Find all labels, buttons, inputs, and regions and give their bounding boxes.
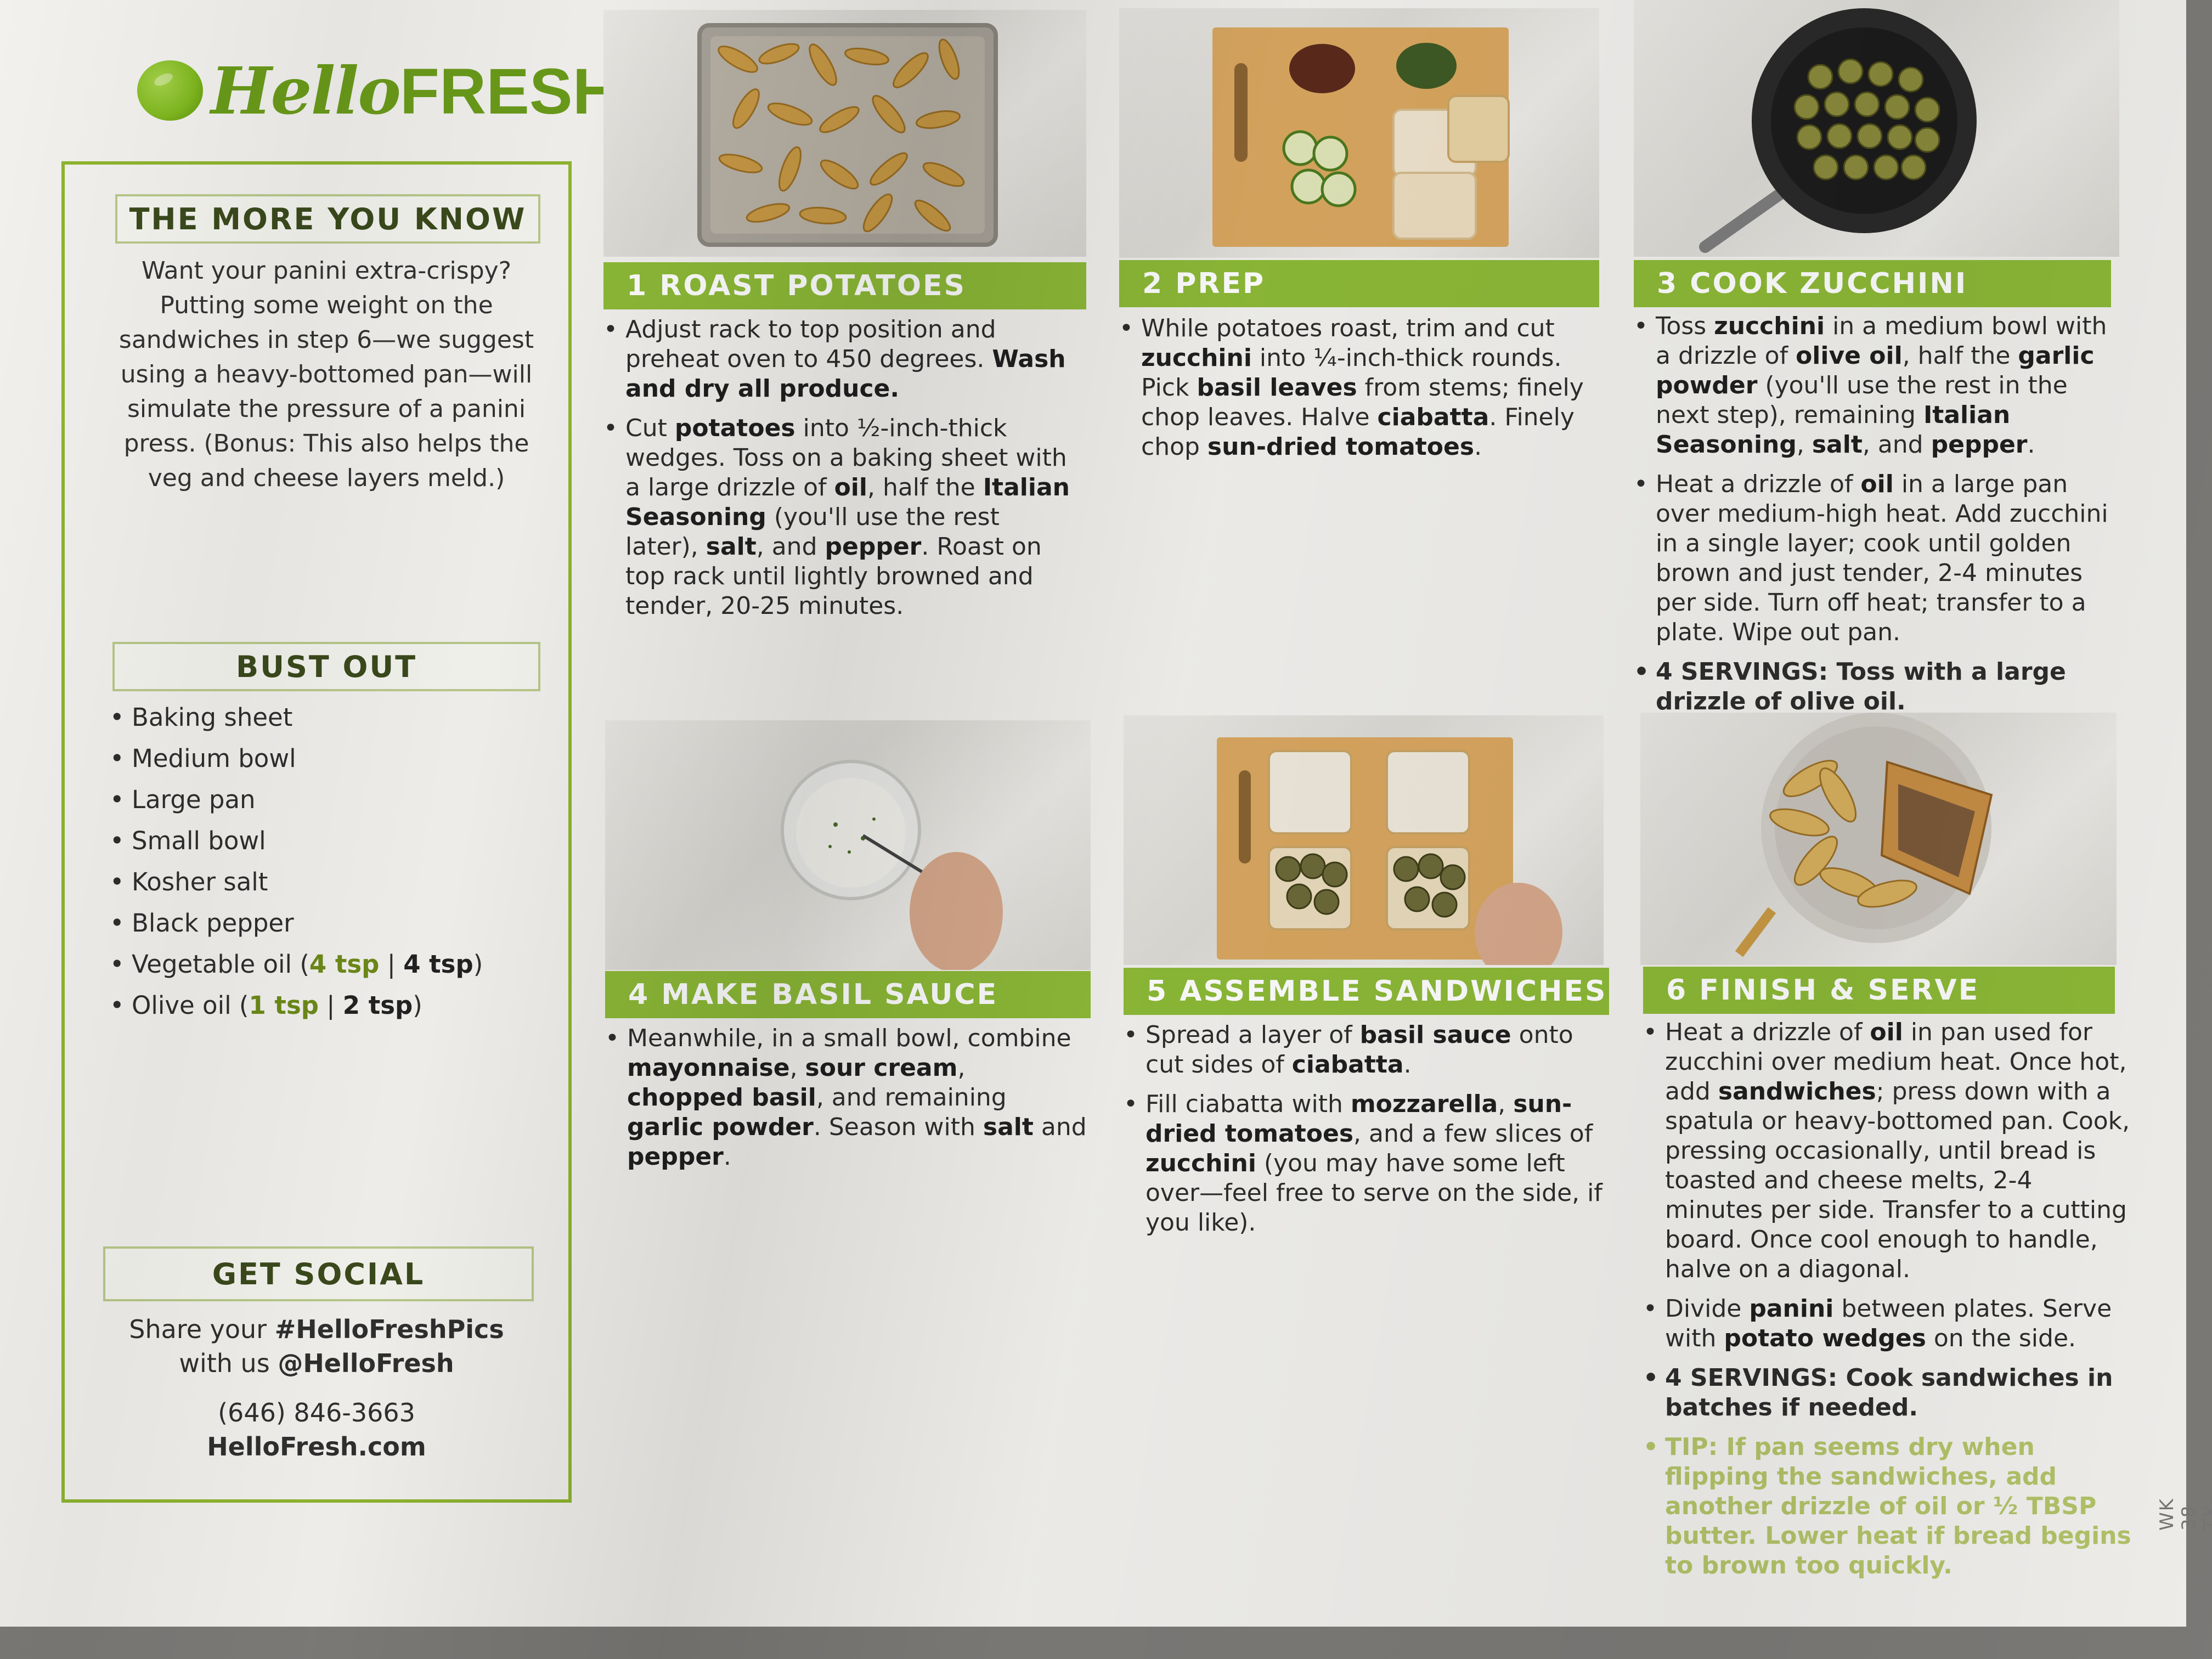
more-you-know-heading: THE MORE YOU KNOW <box>115 194 540 244</box>
step-6-instructions: Heat a drizzle of oil in pan used for zu… <box>1643 1018 2137 1590</box>
more-line: press. (Bonus: This also helps the <box>123 430 529 458</box>
step-3-photo <box>1634 0 2119 257</box>
more-line: Putting some weight on the <box>160 291 493 319</box>
list-item: While potatoes roast, trim and cut zucch… <box>1119 314 1602 462</box>
edition-code: WK 38 TX-8 <box>2156 1497 2212 1531</box>
hashtag: #HelloFreshPics <box>274 1314 504 1344</box>
list-item: Toss zucchini in a medium bowl with a dr… <box>1634 312 2117 460</box>
list-item: Fill ciabatta with mozzarella, sun-dried… <box>1124 1090 1617 1238</box>
step-2-title-bar: 2 PREP <box>1119 260 1599 307</box>
more-you-know-text: Want your panini extra-crispy? Putting s… <box>88 253 565 495</box>
list-item: Adjust rack to top position and preheat … <box>603 315 1075 404</box>
list-item: Heat a drizzle of oil in pan used for zu… <box>1643 1018 2137 1284</box>
phone-number: (646) 846-3663 <box>218 1398 415 1427</box>
step-1-instructions: Adjust rack to top position and preheat … <box>603 315 1075 631</box>
list-item: Medium bowl <box>110 738 483 779</box>
step-1-photo <box>603 10 1086 257</box>
lime-logo-icon <box>137 60 203 121</box>
tip-item: TIP: If pan seems dry when flipping the … <box>1643 1432 2137 1581</box>
step-5-photo <box>1124 715 1604 965</box>
bust-out-heading: BUST OUT <box>112 642 540 691</box>
recipe-card: HelloFRESH THE MORE YOU KNOW Want your p… <box>0 0 2212 1627</box>
list-item: Divide panini between plates. Serve with… <box>1643 1294 2137 1353</box>
more-line: sandwiches in step 6—we suggest <box>119 326 534 354</box>
logo-wordmark: HelloFRESH <box>211 52 619 129</box>
step-4-photo <box>605 720 1091 970</box>
step-4-instructions: Meanwhile, in a small bowl, combine mayo… <box>605 1024 1088 1182</box>
more-line: simulate the pressure of a panini <box>127 395 526 423</box>
list-item: Baking sheet <box>110 697 483 738</box>
list-item: 4 SERVINGS: Toss with a large drizzle of… <box>1634 657 2117 716</box>
more-line: veg and cheese layers meld.) <box>148 464 505 492</box>
list-item: Heat a drizzle of oil in a large pan ove… <box>1634 470 2117 647</box>
step-3-title-bar: 3 COOK ZUCCHINI <box>1634 260 2111 307</box>
list-item: Small bowl <box>110 820 483 861</box>
step-5-title-bar: 5 ASSEMBLE SANDWICHES <box>1124 968 1609 1015</box>
get-social-heading: GET SOCIAL <box>103 1246 534 1301</box>
list-item: Cut potatoes into ½-inch-thick wedges. T… <box>603 414 1075 621</box>
step-3-instructions: Toss zucchini in a medium bowl with a dr… <box>1634 312 2117 726</box>
list-item: Kosher salt <box>110 861 483 902</box>
list-item: Olive oil (1 tsp | 2 tsp) <box>110 985 483 1026</box>
list-item: Meanwhile, in a small bowl, combine mayo… <box>605 1024 1088 1172</box>
more-line: using a heavy-bottomed pan—will <box>120 360 533 388</box>
list-item: Black pepper <box>110 902 483 944</box>
step-2-photo <box>1119 8 1599 258</box>
step-2-instructions: While potatoes roast, trim and cut zucch… <box>1119 314 1602 472</box>
bust-out-list: Baking sheet Medium bowl Large pan Small… <box>110 697 483 1026</box>
step-4-title-bar: 4 MAKE BASIL SAUCE <box>605 971 1091 1018</box>
list-item: Spread a layer of basil sauce onto cut s… <box>1124 1020 1617 1080</box>
list-item: 4 SERVINGS: Cook sandwiches in batches i… <box>1643 1363 2137 1423</box>
step-6-photo <box>1640 713 2117 965</box>
step-1-title-bar: 1 ROAST POTATOES <box>603 262 1086 309</box>
social-text: Share your #HelloFreshPics with us @Hell… <box>61 1312 572 1464</box>
step-6-title-bar: 6 FINISH & SERVE <box>1643 967 2115 1014</box>
hellofresh-logo: HelloFRESH <box>137 49 619 132</box>
more-line: Want your panini extra-crispy? <box>141 257 512 285</box>
social-handle: @HelloFresh <box>278 1348 454 1378</box>
list-item: Large pan <box>110 779 483 820</box>
step-5-instructions: Spread a layer of basil sauce onto cut s… <box>1124 1020 1617 1248</box>
list-item: Vegetable oil (4 tsp | 4 tsp) <box>110 944 483 985</box>
website-link: HelloFresh.com <box>207 1432 426 1462</box>
